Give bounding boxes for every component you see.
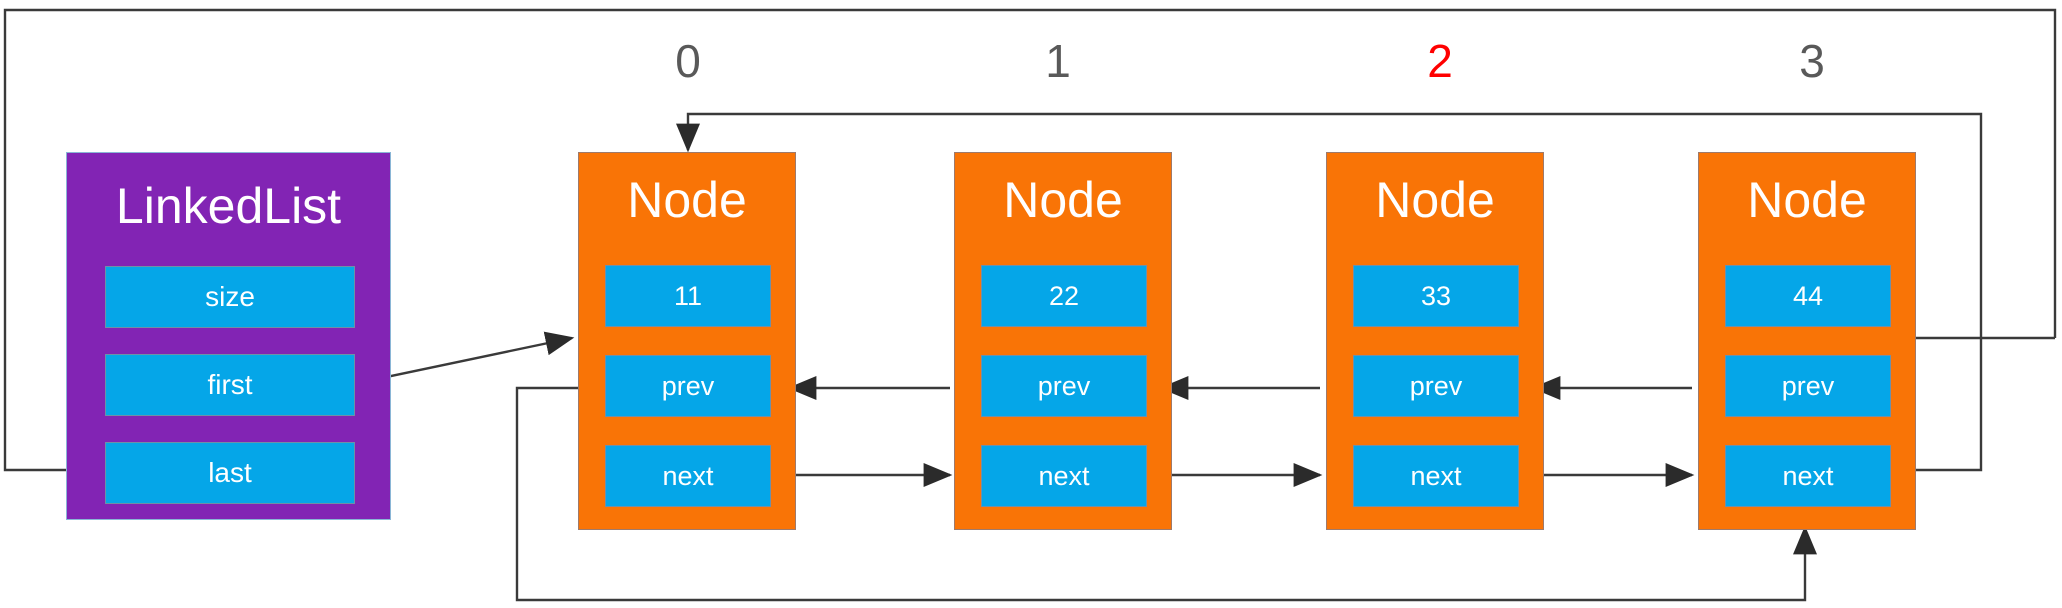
node-value-1[interactable]: 22 [981, 265, 1147, 327]
index-label-3: 3 [1799, 35, 1825, 87]
node-prev-2[interactable]: prev [1353, 355, 1519, 417]
node-title-0: Node [627, 172, 747, 228]
index-label-2: 2 [1427, 35, 1453, 87]
linkedlist-box: LinkedList size first last [66, 152, 391, 520]
node-title-1: Node [1003, 172, 1123, 228]
node-box-1: Node 22 prev next [954, 152, 1172, 530]
index-label-1: 1 [1045, 35, 1071, 87]
linkedlist-field-first[interactable]: first [105, 354, 355, 416]
wire-first-to-node0 [371, 331, 575, 382]
node-value-2[interactable]: 33 [1353, 265, 1519, 327]
node-next-2[interactable]: next [1353, 445, 1519, 507]
node-next-0[interactable]: next [605, 445, 771, 507]
index-label-0: 0 [675, 35, 701, 87]
node-prev-0[interactable]: prev [605, 355, 771, 417]
node-title-2: Node [1375, 172, 1495, 228]
node-prev-1[interactable]: prev [981, 355, 1147, 417]
node-box-2: Node 33 prev next [1326, 152, 1544, 530]
node-box-3: Node 44 prev next [1698, 152, 1916, 530]
node-value-0[interactable]: 11 [605, 265, 771, 327]
node-box-0: Node 11 prev next [578, 152, 796, 530]
diagram-canvas: 0 1 2 3 LinkedList size first last Node … [0, 0, 2062, 608]
node-title-3: Node [1747, 172, 1867, 228]
node-next-3[interactable]: next [1725, 445, 1891, 507]
node-value-3[interactable]: 44 [1725, 265, 1891, 327]
linkedlist-field-last[interactable]: last [105, 442, 355, 504]
node-prev-3[interactable]: prev [1725, 355, 1891, 417]
node-next-1[interactable]: next [981, 445, 1147, 507]
linkedlist-field-size[interactable]: size [105, 266, 355, 328]
linkedlist-title: LinkedList [115, 178, 342, 234]
